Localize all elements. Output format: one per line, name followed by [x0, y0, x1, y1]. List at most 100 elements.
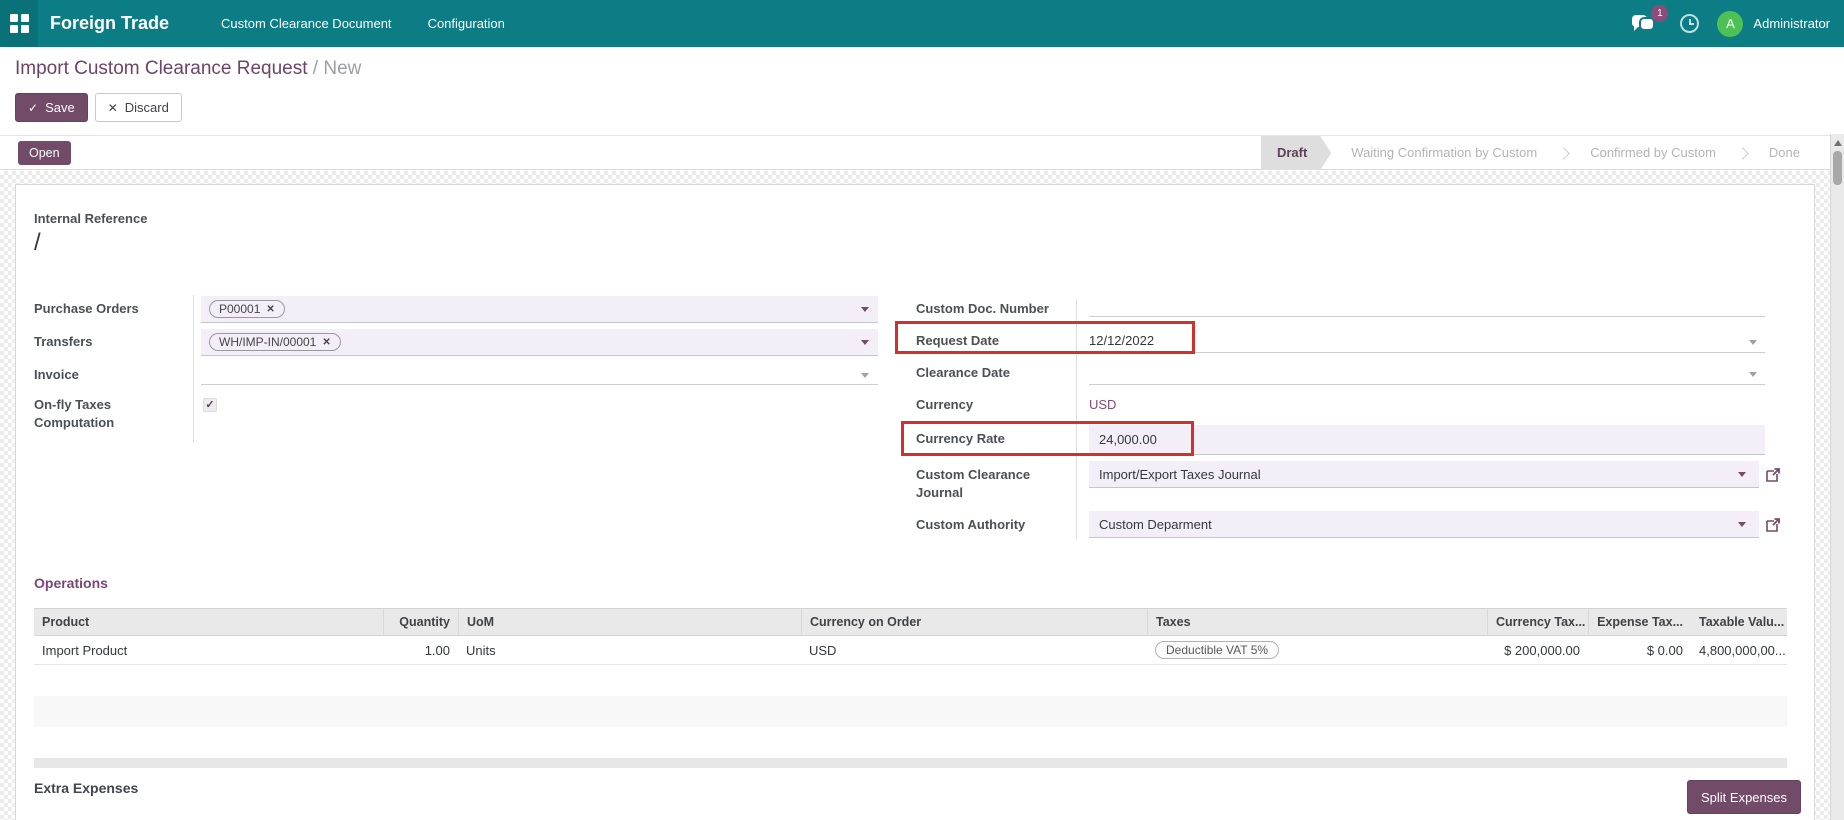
internal-reference-value: / — [34, 229, 41, 257]
form-sheet: Internal Reference / Purchase Orders P00… — [15, 184, 1815, 820]
form-statusbar: Open Draft Waiting Confirmation by Custo… — [0, 135, 1830, 170]
col-product[interactable]: Product — [34, 609, 383, 635]
cell-quantity: 1.00 — [383, 643, 458, 658]
messages-button[interactable]: 1 — [1632, 11, 1662, 37]
status-steps: Draft Waiting Confirmation by Custom Con… — [1261, 136, 1820, 170]
menu-custom-clearance-document[interactable]: Custom Clearance Document — [203, 0, 410, 47]
cell-product: Import Product — [34, 643, 383, 658]
menu-configuration[interactable]: Configuration — [410, 0, 523, 47]
onfly-taxes-label-line2: Computation — [34, 415, 114, 430]
page-vertical-scrollbar[interactable] — [1830, 134, 1844, 820]
scrollbar-thumb[interactable] — [1833, 151, 1842, 185]
transfers-label: Transfers — [34, 334, 93, 349]
tag-remove-icon[interactable]: ✕ — [322, 337, 330, 348]
table-horizontal-scrollbar[interactable] — [34, 758, 1787, 768]
chevron-right-icon — [1557, 147, 1570, 160]
check-icon: ✓ — [28, 101, 38, 115]
clearance-date-dropdown-caret[interactable] — [1749, 372, 1757, 377]
cell-taxes: Deductible VAT 5% — [1147, 641, 1487, 659]
purchase-orders-label: Purchase Orders — [34, 301, 139, 316]
journal-dropdown-caret[interactable] — [1738, 472, 1746, 477]
breadcrumb-current: New — [323, 58, 361, 79]
chevron-right-icon — [1736, 147, 1749, 160]
step-draft[interactable]: Draft — [1261, 136, 1331, 170]
discard-button[interactable]: ✕ Discard — [95, 93, 182, 122]
apps-grid-icon — [10, 14, 29, 33]
request-date-annotation-box — [895, 321, 1195, 354]
currency-rate-annotation-box — [901, 421, 1194, 456]
journal-label: Custom Clearance — [916, 467, 1030, 482]
checkbox-check-icon: ✓ — [205, 399, 214, 411]
purchase-order-tag[interactable]: P00001 ✕ — [209, 300, 285, 318]
breadcrumb: Import Custom Clearance Request / NewNew — [15, 58, 361, 80]
journal-field[interactable]: Import/Export Taxes Journal — [1089, 461, 1759, 488]
journal-label-line2: Journal — [916, 485, 963, 500]
col-expense-tax[interactable]: Expense Tax... — [1588, 609, 1691, 635]
breadcrumb-parent-link[interactable]: Import Custom Clearance Request — [15, 58, 308, 79]
col-currency-on-order[interactable]: Currency on Order — [801, 609, 1147, 635]
clearance-date-label: Clearance Date — [916, 365, 1010, 380]
tax-tag: Deductible VAT 5% — [1155, 641, 1279, 659]
cell-uom: Units — [458, 643, 801, 658]
form-background: Internal Reference / Purchase Orders P00… — [0, 171, 1830, 820]
col-currency-tax[interactable]: Currency Tax... — [1487, 609, 1588, 635]
authority-dropdown-caret[interactable] — [1738, 522, 1746, 527]
journal-value: Import/Export Taxes Journal — [1099, 467, 1261, 482]
cell-expense-tax: $ 0.00 — [1588, 643, 1691, 658]
onfly-taxes-label: On-fly Taxes — [34, 397, 111, 412]
authority-field[interactable]: Custom Deparment — [1089, 511, 1759, 538]
transfers-field[interactable]: WH/IMP-IN/00001 ✕ — [201, 329, 878, 356]
col-uom[interactable]: UoM — [458, 609, 801, 635]
cell-taxable-value: 4,800,000,00... — [1691, 643, 1787, 658]
messages-count-badge: 1 — [1651, 5, 1668, 22]
step-confirmed[interactable]: Confirmed by Custom — [1570, 136, 1736, 170]
purchase-orders-field[interactable]: P00001 ✕ — [201, 296, 878, 323]
operations-section-title: Operations — [34, 575, 108, 591]
custom-doc-number-label: Custom Doc. Number — [916, 301, 1049, 316]
empty-table-row — [34, 665, 1787, 696]
col-quantity[interactable]: Quantity — [383, 609, 458, 635]
invoice-label: Invoice — [34, 367, 79, 382]
step-waiting-confirmation[interactable]: Waiting Confirmation by Custom — [1331, 136, 1557, 170]
empty-table-row — [34, 727, 1787, 758]
tag-remove-icon[interactable]: ✕ — [266, 304, 274, 315]
col-taxes[interactable]: Taxes — [1147, 609, 1487, 635]
app-title[interactable]: Foreign Trade — [50, 13, 169, 34]
internal-reference-label: Internal Reference — [34, 211, 147, 226]
step-done[interactable]: Done — [1749, 136, 1820, 170]
authority-external-link-icon[interactable] — [1765, 517, 1781, 533]
left-group-separator — [193, 295, 194, 442]
operations-table-row[interactable]: Import Product 1.00 Units USD Deductible… — [34, 636, 1787, 665]
save-button[interactable]: ✓ Save — [15, 93, 88, 122]
onfly-taxes-checkbox[interactable]: ✓ — [203, 398, 217, 412]
authority-label: Custom Authority — [916, 517, 1025, 532]
empty-table-row — [34, 696, 1787, 727]
authority-value: Custom Deparment — [1099, 517, 1212, 532]
currency-label: Currency — [916, 397, 973, 412]
user-menu[interactable]: A Administrator — [1717, 11, 1830, 37]
open-button[interactable]: Open — [18, 141, 71, 165]
split-expenses-button[interactable]: Split Expenses — [1687, 780, 1801, 814]
request-date-dropdown-caret[interactable] — [1749, 340, 1757, 345]
apps-menu-button[interactable] — [0, 0, 38, 47]
cell-currency-tax: $ 200,000.00 — [1487, 643, 1588, 658]
scrollbar-up-arrow[interactable] — [1834, 140, 1842, 146]
currency-value-link[interactable]: USD — [1089, 397, 1116, 412]
purchase-orders-dropdown-caret[interactable] — [861, 307, 869, 312]
activities-clock-icon[interactable] — [1680, 14, 1699, 33]
x-icon: ✕ — [108, 101, 118, 115]
invoice-field[interactable] — [201, 384, 878, 385]
operations-table: Product Quantity UoM Currency on Order T… — [34, 608, 1787, 768]
transfer-tag[interactable]: WH/IMP-IN/00001 ✕ — [209, 333, 341, 351]
cell-currency-on-order: USD — [801, 643, 1147, 658]
operations-table-header: Product Quantity UoM Currency on Order T… — [34, 609, 1787, 636]
custom-doc-number-field[interactable] — [1089, 316, 1765, 317]
user-avatar: A — [1717, 11, 1743, 37]
journal-external-link-icon[interactable] — [1765, 467, 1781, 483]
invoice-dropdown-caret[interactable] — [861, 373, 869, 378]
extra-expenses-section-title: Extra Expenses — [34, 780, 138, 796]
col-taxable-value[interactable]: Taxable Valu... — [1691, 609, 1787, 635]
user-name: Administrator — [1753, 16, 1830, 31]
clearance-date-field[interactable] — [1089, 384, 1765, 385]
transfers-dropdown-caret[interactable] — [861, 340, 869, 345]
